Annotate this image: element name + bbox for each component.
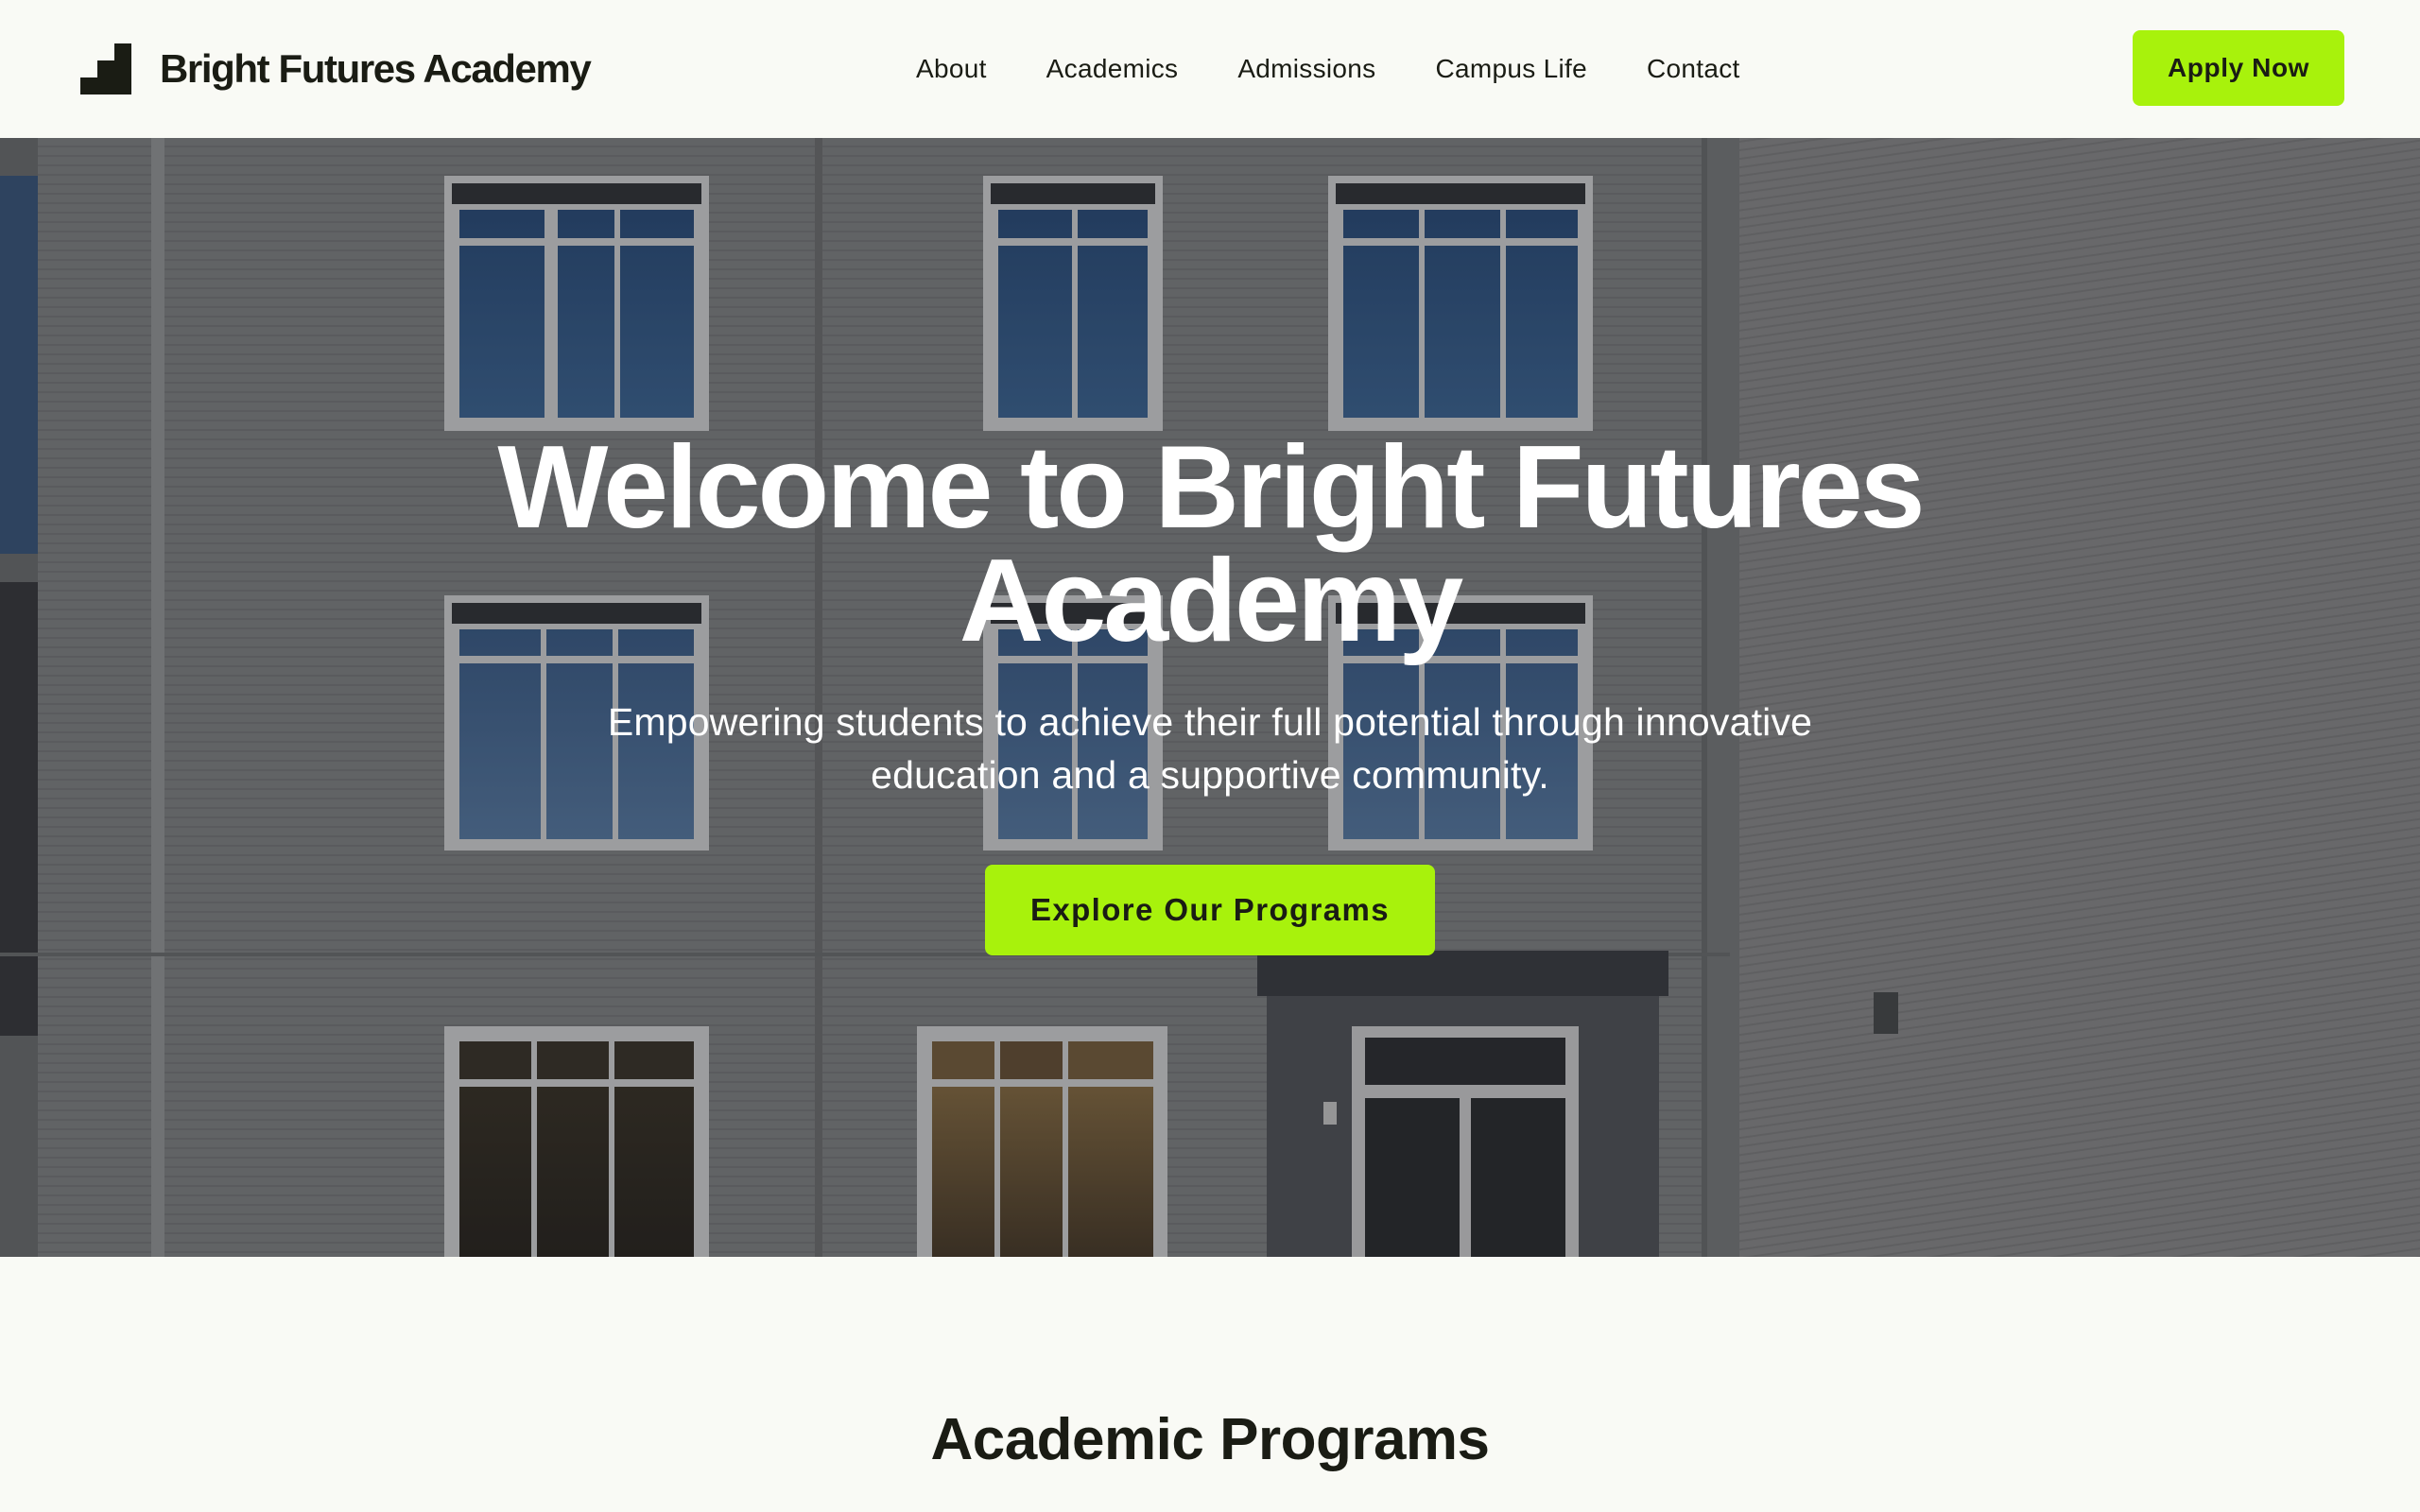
- apply-now-button[interactable]: Apply Now: [2133, 30, 2344, 106]
- main-nav: About Academics Admissions Campus Life C…: [916, 0, 1740, 138]
- programs-section: Academic Programs: [0, 1257, 2420, 1512]
- nav-link-campus-life[interactable]: Campus Life: [1435, 54, 1587, 84]
- nav-link-academics[interactable]: Academics: [1046, 54, 1179, 84]
- hero-title: Welcome to Bright Futures Academy: [497, 422, 1925, 666]
- hero-subtitle: Empowering students to achieve their ful…: [607, 700, 1813, 797]
- brand-name: Bright Futures Academy: [160, 46, 592, 91]
- explore-programs-button[interactable]: Explore Our Programs: [985, 865, 1435, 955]
- nav-link-about[interactable]: About: [916, 54, 987, 84]
- stairs-logo-icon: [80, 43, 131, 94]
- hero-content: Welcome to Bright Futures Academy Empowe…: [0, 138, 2420, 1257]
- nav-link-contact[interactable]: Contact: [1647, 54, 1740, 84]
- site-header: Bright Futures Academy About Academics A…: [0, 0, 2420, 138]
- brand-home-link[interactable]: Bright Futures Academy: [80, 43, 592, 94]
- hero-section: Welcome to Bright Futures Academy Empowe…: [0, 138, 2420, 1257]
- nav-link-admissions[interactable]: Admissions: [1237, 54, 1375, 84]
- section-title: Academic Programs: [930, 1407, 1490, 1472]
